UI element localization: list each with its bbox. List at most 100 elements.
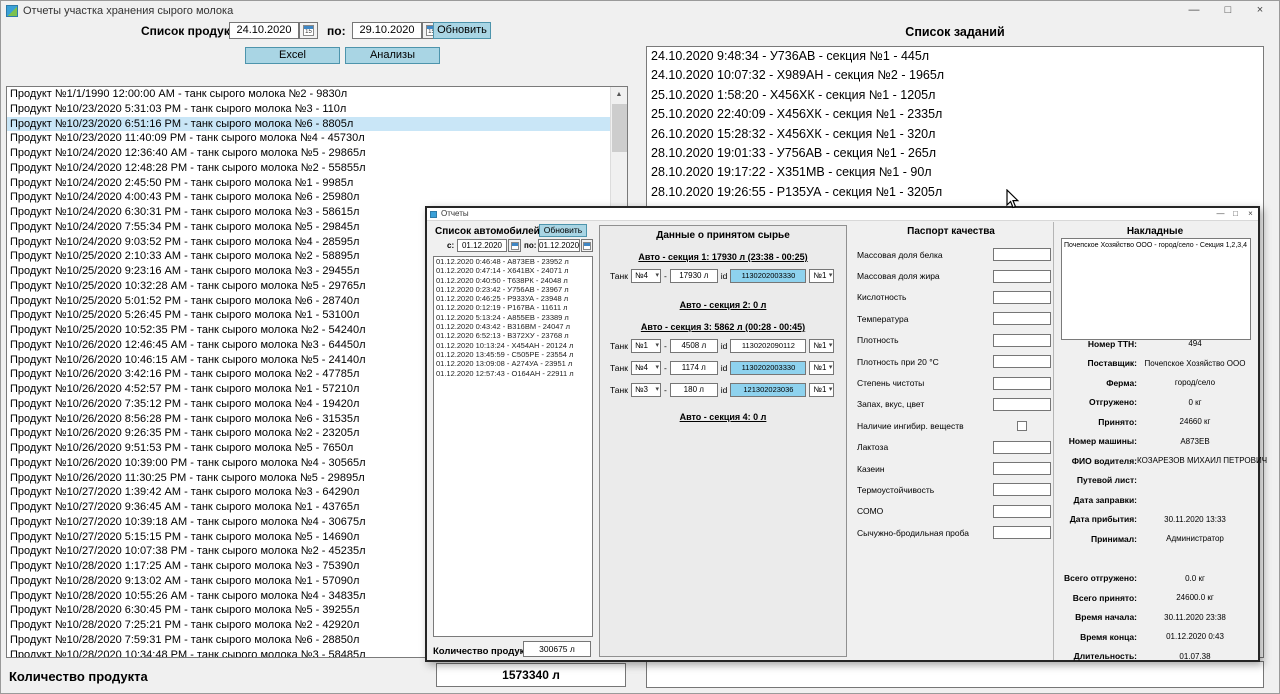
scrollbar-thumb[interactable] xyxy=(612,104,627,152)
section-select[interactable]: №1▾ xyxy=(809,383,834,397)
amount-input[interactable]: 180 л xyxy=(670,383,718,397)
minimize-button[interactable]: — xyxy=(1177,1,1211,21)
vehicles-date-to-input[interactable]: 01.12.2020 xyxy=(538,239,580,252)
tank-select[interactable]: №3▾ xyxy=(631,383,661,397)
vehicle-row[interactable]: 01.12.2020 0:12:19 - Р167ВА - 11611 л xyxy=(434,303,592,312)
dialog-minimize-button[interactable]: — xyxy=(1213,208,1228,221)
date-to-input[interactable]: 29.10.2020 xyxy=(352,22,422,39)
quality-input[interactable] xyxy=(993,355,1051,368)
id-input[interactable]: 1130202003330 xyxy=(730,361,806,375)
vehicle-row[interactable]: 01.12.2020 10:13:24 - Х454АН - 20124 л xyxy=(434,341,592,350)
quality-input[interactable] xyxy=(993,312,1051,325)
quality-input[interactable] xyxy=(993,334,1051,347)
raw-row: Танк №4▾ - 1174 л id 1130202003330 №1▾ xyxy=(600,360,846,375)
quality-row: Массовая доля жира xyxy=(857,265,1051,286)
id-label: id xyxy=(721,271,728,281)
tank-select[interactable]: №4▾ xyxy=(631,269,661,283)
vehicles-listbox[interactable]: 01.12.2020 0:46:48 - А873ЕВ - 23952 л01.… xyxy=(433,256,593,637)
task-row[interactable]: 28.10.2020 19:17:22 - Х351МВ - секция №1… xyxy=(647,163,1263,182)
quality-input[interactable] xyxy=(993,270,1051,283)
invoice-label: Номер ТТН: xyxy=(1055,339,1137,349)
amount-input[interactable]: 17930 л xyxy=(670,269,718,283)
product-row[interactable]: Продукт №10/23/2020 6:51:16 PM - танк сы… xyxy=(7,117,627,132)
vehicle-row[interactable]: 01.12.2020 13:45:59 - С505РЕ - 23554 л xyxy=(434,350,592,359)
vehicle-row[interactable]: 01.12.2020 0:23:42 - У756АВ - 23967 л xyxy=(434,285,592,294)
vehicles-refresh-button[interactable]: Обновить xyxy=(539,224,587,237)
product-row[interactable]: Продукт №10/23/2020 11:40:09 PM - танк с… xyxy=(7,131,627,146)
product-row[interactable]: Продукт №10/24/2020 12:36:40 AM - танк с… xyxy=(7,146,627,161)
invoice-label: Всего принято: xyxy=(1055,593,1137,603)
invoice-row: ФИО водителя: КОЗАРЕЗОВ МИХАИЛ ПЕТРОВИЧ xyxy=(1055,451,1253,471)
vehicle-row[interactable]: 01.12.2020 5:13:24 - А855ЕВ - 23389 л xyxy=(434,313,592,322)
vehicles-date-from-input[interactable]: 01.12.2020 xyxy=(457,239,507,252)
invoice-value: 01.07.38 xyxy=(1137,652,1253,661)
quality-input[interactable] xyxy=(1017,421,1027,431)
product-row[interactable]: Продукт №1/1/1990 12:00:00 AM - танк сыр… xyxy=(7,87,627,102)
analyses-button[interactable]: Анализы xyxy=(345,47,440,64)
task-row[interactable]: 24.10.2020 9:48:34 - У736АВ - секция №1 … xyxy=(647,47,1263,66)
scroll-up-icon[interactable]: ▲ xyxy=(611,87,627,103)
date-from-input[interactable]: 24.10.2020 xyxy=(229,22,299,39)
vehicle-row[interactable]: 01.12.2020 13:09:08 - А274УА - 23951 л xyxy=(434,359,592,368)
vehicles-date-from-calendar-button[interactable] xyxy=(508,239,521,252)
quality-row: Кислотность xyxy=(857,287,1051,308)
quality-input[interactable] xyxy=(993,505,1051,518)
amount-input[interactable]: 4508 л xyxy=(670,339,718,353)
date-from-calendar-button[interactable]: 15 xyxy=(299,22,318,39)
invoice-list-item[interactable]: Почепское Хозяйство ООО - город/село - С… xyxy=(1062,239,1250,250)
dialog-close-button[interactable]: × xyxy=(1243,208,1258,221)
dialog-quantity-input[interactable]: 300675 л xyxy=(523,641,591,657)
quality-input[interactable] xyxy=(993,462,1051,475)
tank-select[interactable]: №4▾ xyxy=(631,361,661,375)
close-button[interactable]: × xyxy=(1243,1,1277,21)
main-titlebar: Отчеты участка хранения сырого молока — … xyxy=(1,1,1279,21)
task-row[interactable]: 25.10.2020 22:40:09 - Х456ХК - секция №1… xyxy=(647,105,1263,124)
mouse-cursor xyxy=(1006,189,1020,209)
task-row[interactable]: 25.10.2020 1:58:20 - Х456ХК - секция №1 … xyxy=(647,86,1263,105)
product-quantity-input[interactable]: 1573340 л xyxy=(436,663,626,687)
chevron-down-icon: ▾ xyxy=(655,270,659,282)
product-row[interactable]: Продукт №10/23/2020 5:31:03 PM - танк сы… xyxy=(7,102,627,117)
vehicle-row[interactable]: 01.12.2020 6:52:13 - В372ХУ - 23768 л xyxy=(434,331,592,340)
dialog-maximize-button[interactable]: □ xyxy=(1228,208,1243,221)
task-row[interactable]: 28.10.2020 19:26:55 - Р135УА - секция №1… xyxy=(647,183,1263,202)
id-input[interactable]: 1130202003330 xyxy=(730,269,806,283)
product-row[interactable]: Продукт №10/24/2020 4:00:43 PM - танк сы… xyxy=(7,190,627,205)
excel-button[interactable]: Excel xyxy=(245,47,340,64)
invoices-listbox[interactable]: Почепское Хозяйство ООО - город/село - С… xyxy=(1061,238,1251,340)
product-row[interactable]: Продукт №10/24/2020 12:48:28 PM - танк с… xyxy=(7,161,627,176)
dash: - xyxy=(664,385,667,395)
amount-input[interactable]: 1174 л xyxy=(670,361,718,375)
task-row[interactable]: 28.10.2020 19:01:33 - У756АВ - секция №1… xyxy=(647,144,1263,163)
vehicle-row[interactable]: 01.12.2020 0:43:42 - В316ВМ - 24047 л xyxy=(434,322,592,331)
id-input[interactable]: 1130202090112 xyxy=(730,339,806,353)
quality-input[interactable] xyxy=(993,377,1051,390)
vehicle-row[interactable]: 01.12.2020 0:47:14 - Х641ВХ - 24071 л xyxy=(434,266,592,275)
quality-input[interactable] xyxy=(993,248,1051,261)
vehicle-row[interactable]: 01.12.2020 12:57:43 - О164АН - 22911 л xyxy=(434,369,592,378)
vehicles-date-to-calendar-button[interactable] xyxy=(581,239,593,252)
section-select[interactable]: №1▾ xyxy=(809,339,834,353)
vehicles-header: Список автомобилей xyxy=(435,226,540,237)
section-3-title: Авто - секция 3: 5862 л (00:28 - 00:45) xyxy=(600,322,846,332)
task-row[interactable]: 26.10.2020 15:28:32 - Х456ХК - секция №1… xyxy=(647,125,1263,144)
quality-input[interactable] xyxy=(993,483,1051,496)
section-select[interactable]: №1▾ xyxy=(809,361,834,375)
raw-row: Танк №1▾ - 4508 л id 1130202090112 №1▾ xyxy=(600,338,846,353)
raw-row: Танк №4▾ - 17930 л id 1130202003330 №1▾ xyxy=(600,268,846,283)
vehicle-row[interactable]: 01.12.2020 0:46:25 - Р933УА - 23948 л xyxy=(434,294,592,303)
product-row[interactable]: Продукт №10/24/2020 2:45:50 PM - танк сы… xyxy=(7,176,627,191)
quality-input[interactable] xyxy=(993,398,1051,411)
maximize-button[interactable]: □ xyxy=(1211,1,1245,21)
invoice-row: Отгружено: 0 кг xyxy=(1055,393,1253,413)
section-select[interactable]: №1▾ xyxy=(809,269,834,283)
quality-input[interactable] xyxy=(993,526,1051,539)
quality-input[interactable] xyxy=(993,291,1051,304)
task-row[interactable]: 24.10.2020 10:07:32 - Х989АН - секция №2… xyxy=(647,66,1263,85)
id-input[interactable]: 121302023036 xyxy=(730,383,806,397)
vehicle-row[interactable]: 01.12.2020 0:40:50 - Т638РК - 24048 л xyxy=(434,276,592,285)
quality-input[interactable] xyxy=(993,441,1051,454)
refresh-button[interactable]: Обновить xyxy=(433,22,491,39)
tank-select[interactable]: №1▾ xyxy=(631,339,661,353)
vehicle-row[interactable]: 01.12.2020 0:46:48 - А873ЕВ - 23952 л xyxy=(434,257,592,266)
